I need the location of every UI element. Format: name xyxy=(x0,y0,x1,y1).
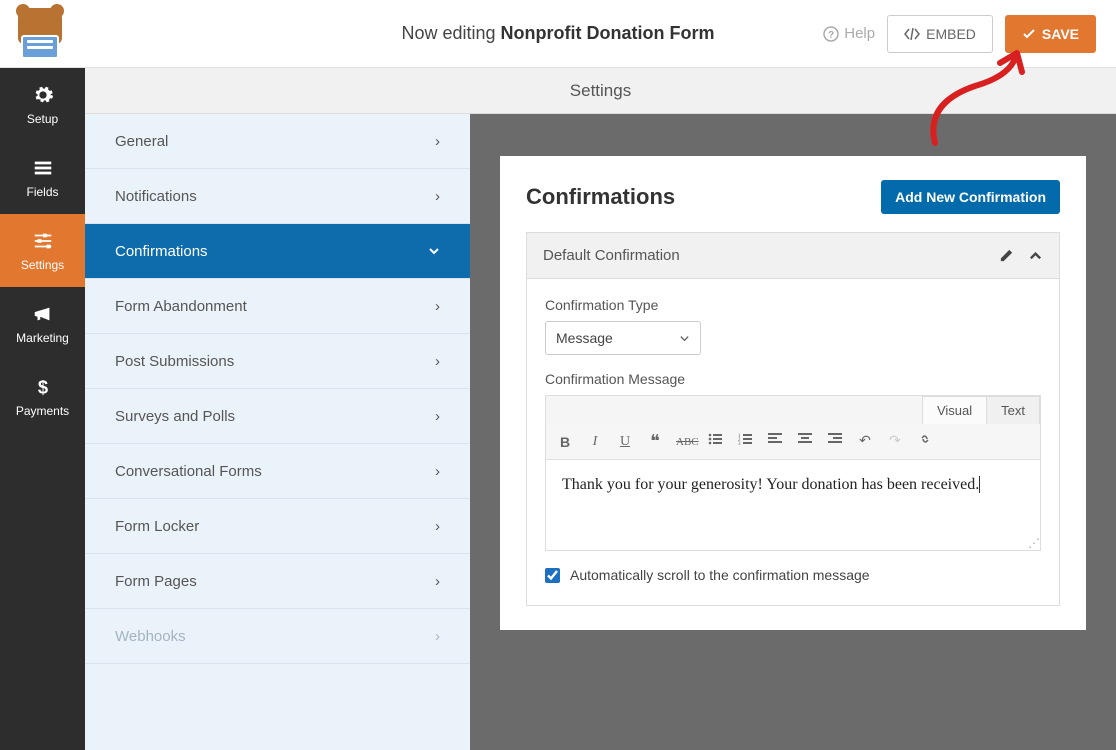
sidebar-label: Settings xyxy=(21,258,64,272)
wysiwyg-editor: Visual Text B I U ❝ ABC xyxy=(545,395,1041,551)
confirmation-type-select[interactable]: Message xyxy=(545,321,701,355)
sidebar-item-fields[interactable]: Fields xyxy=(0,141,85,214)
sliders-icon xyxy=(32,230,54,252)
bullet-list-icon[interactable] xyxy=(706,433,724,450)
italic-icon[interactable]: I xyxy=(586,434,604,450)
confirmations-card: Confirmations Add New Confirmation Defau… xyxy=(500,156,1086,630)
editor-textarea[interactable]: Thank you for your generosity! Your dona… xyxy=(546,460,1040,550)
checkbox-label: Automatically scroll to the confirmation… xyxy=(570,567,870,583)
tab-settings[interactable]: Settings xyxy=(570,81,631,101)
chevron-up-icon[interactable] xyxy=(1028,248,1043,263)
autoscroll-checkbox[interactable] xyxy=(545,568,560,583)
sidebar-item-setup[interactable]: Setup xyxy=(0,68,85,141)
chevron-right-icon: › xyxy=(435,298,440,315)
dollar-icon: $ xyxy=(32,376,54,398)
sidebar-label: Fields xyxy=(26,185,58,199)
chevron-down-icon xyxy=(428,245,440,257)
subnav-form-locker[interactable]: Form Locker› xyxy=(85,499,470,554)
editor-tab-visual[interactable]: Visual xyxy=(922,396,987,424)
subnav-confirmations[interactable]: Confirmations xyxy=(85,224,470,279)
check-icon xyxy=(1022,27,1036,41)
bold-icon[interactable]: B xyxy=(556,434,574,450)
code-icon xyxy=(904,27,920,41)
subnav-notifications[interactable]: Notifications› xyxy=(85,169,470,224)
sidebar-label: Marketing xyxy=(16,331,69,345)
field-label: Confirmation Message xyxy=(545,371,1041,387)
list-icon xyxy=(32,157,54,179)
page-title: Now editing Nonprofit Donation Form xyxy=(401,23,714,44)
confirmation-header[interactable]: Default Confirmation xyxy=(527,233,1059,279)
align-left-icon[interactable] xyxy=(766,433,784,450)
svg-text:$: $ xyxy=(37,376,47,397)
subnav-general[interactable]: General› xyxy=(85,114,470,169)
subnav-form-pages[interactable]: Form Pages› xyxy=(85,554,470,609)
chevron-right-icon: › xyxy=(435,408,440,425)
autoscroll-checkbox-row[interactable]: Automatically scroll to the confirmation… xyxy=(545,567,1041,583)
subnav-post-submissions[interactable]: Post Submissions› xyxy=(85,334,470,389)
gear-icon xyxy=(32,84,54,106)
chevron-right-icon: › xyxy=(435,188,440,205)
chevron-right-icon: › xyxy=(435,133,440,150)
chevron-right-icon: › xyxy=(435,463,440,480)
svg-text:3: 3 xyxy=(738,442,741,445)
align-center-icon[interactable] xyxy=(796,433,814,450)
card-title: Confirmations xyxy=(526,184,675,210)
add-confirmation-button[interactable]: Add New Confirmation xyxy=(881,180,1060,214)
chevron-right-icon: › xyxy=(435,573,440,590)
help-icon: ? xyxy=(823,26,839,42)
chevron-right-icon: › xyxy=(435,628,440,645)
pencil-icon[interactable] xyxy=(999,248,1014,263)
embed-button[interactable]: EMBED xyxy=(887,15,993,53)
help-link[interactable]: ? Help xyxy=(823,25,875,42)
save-button[interactable]: SAVE xyxy=(1005,15,1096,53)
quote-icon[interactable]: ❝ xyxy=(646,431,664,452)
undo-icon[interactable]: ↶ xyxy=(856,433,874,450)
subnav-webhooks[interactable]: Webhooks› xyxy=(85,609,470,664)
sidebar-item-settings[interactable]: Settings xyxy=(0,214,85,287)
link-icon[interactable] xyxy=(916,432,934,451)
content-tabs: Settings xyxy=(85,68,1116,114)
align-right-icon[interactable] xyxy=(826,433,844,450)
chevron-down-icon xyxy=(679,333,690,344)
topbar: Now editing Nonprofit Donation Form ? He… xyxy=(0,0,1116,68)
editor-toolbar: B I U ❝ ABC 123 xyxy=(546,424,1040,460)
bullhorn-icon xyxy=(32,303,54,325)
subnav-conversational[interactable]: Conversational Forms› xyxy=(85,444,470,499)
redo-icon[interactable]: ↷ xyxy=(886,433,904,450)
sidebar-label: Setup xyxy=(27,112,58,126)
subnav-form-abandonment[interactable]: Form Abandonment› xyxy=(85,279,470,334)
strikethrough-icon[interactable]: ABC xyxy=(676,436,694,448)
subnav-surveys-polls[interactable]: Surveys and Polls› xyxy=(85,389,470,444)
chevron-right-icon: › xyxy=(435,353,440,370)
svg-text:?: ? xyxy=(828,30,834,41)
resize-handle[interactable]: ⋰ xyxy=(1028,538,1038,548)
sidebar-label: Payments xyxy=(16,404,69,418)
editor-tab-text[interactable]: Text xyxy=(986,396,1040,424)
settings-subnav: General› Notifications› Confirmations Fo… xyxy=(85,114,470,750)
number-list-icon[interactable]: 123 xyxy=(736,433,754,450)
sidebar: Setup Fields Settings Marketing $ Paymen… xyxy=(0,68,85,750)
app-logo xyxy=(10,6,70,61)
sidebar-item-marketing[interactable]: Marketing xyxy=(0,287,85,360)
underline-icon[interactable]: U xyxy=(616,434,634,450)
chevron-right-icon: › xyxy=(435,518,440,535)
sidebar-item-payments[interactable]: $ Payments xyxy=(0,360,85,433)
field-label: Confirmation Type xyxy=(545,297,1041,313)
confirmation-item: Default Confirmation Confirmation Type M… xyxy=(526,232,1060,606)
